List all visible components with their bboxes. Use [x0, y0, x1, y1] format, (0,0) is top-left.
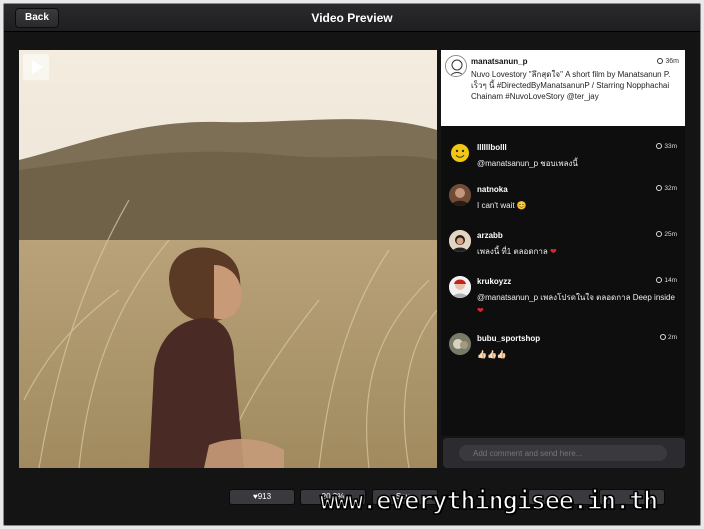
- comment-item: arzabb 25m เพลงนี้ ที่1 ตลอดกาล ❤: [441, 230, 685, 258]
- comment-item: natnoka 32m I can't wait 😊: [441, 184, 685, 212]
- comment-username[interactable]: arzabb: [477, 230, 685, 242]
- clock-icon: [657, 58, 664, 64]
- watermark-text: www.everythingisee.in.th: [319, 485, 659, 516]
- comment-username[interactable]: krukoyzz: [477, 276, 685, 288]
- comment-timestamp: 25m: [656, 231, 677, 238]
- comment-timestamp: 32m: [656, 185, 677, 192]
- comment-item: bubu_sportshop 2m 👍🏻👍🏻👍🏻: [441, 333, 685, 361]
- likes-button[interactable]: ♥913: [229, 489, 295, 505]
- comment-text: @manatsanun_p เพลงโปรดในใจ ตลอดกาล Deep …: [477, 293, 675, 302]
- user-avatar[interactable]: [449, 230, 471, 252]
- sketch-avatar-icon: [446, 56, 466, 76]
- app-frame: Back Video Preview manatsanun_p 36m Nuvo…: [3, 3, 701, 526]
- heart-icon: ❤: [550, 247, 557, 256]
- comment-text: I can't wait 😊: [477, 201, 527, 210]
- comment-timestamp: 14m: [656, 277, 677, 284]
- clock-icon: [659, 334, 666, 340]
- caption-card: manatsanun_p 36m Nuvo Lovestory "ลึกสุดใ…: [441, 50, 685, 126]
- photo-avatar-icon: [449, 184, 471, 206]
- comments-panel: manatsanun_p 36m Nuvo Lovestory "ลึกสุดใ…: [441, 50, 685, 436]
- yellow-emoji-avatar-icon: [451, 144, 469, 162]
- comment-text: @manatsanun_p ชอบเพลงนี้: [477, 159, 578, 168]
- comment-item: krukoyzz 14m @manatsanun_p เพลงโปรดในใจ …: [441, 276, 685, 317]
- video-frame-image: [19, 50, 437, 468]
- comment-input[interactable]: [459, 445, 667, 461]
- comment-timestamp: 33m: [656, 143, 677, 150]
- user-avatar[interactable]: [445, 55, 467, 77]
- user-avatar[interactable]: [449, 333, 471, 355]
- user-avatar[interactable]: [449, 184, 471, 206]
- user-avatar[interactable]: [449, 276, 471, 298]
- caption-timestamp: 36m: [657, 58, 679, 65]
- comment-input-bar: [443, 438, 685, 468]
- comment-time-text: 25m: [664, 231, 677, 238]
- photo-avatar-icon: [449, 230, 471, 252]
- back-button[interactable]: Back: [15, 8, 59, 28]
- comment-username[interactable]: bubu_sportshop: [477, 333, 685, 345]
- caption-username[interactable]: manatsanun_p: [471, 56, 679, 68]
- comment-time-text: 33m: [664, 143, 677, 150]
- video-preview[interactable]: [19, 50, 437, 468]
- comment-username[interactable]: natnoka: [477, 184, 685, 196]
- clock-icon: [656, 277, 663, 283]
- comment-timestamp: 2m: [659, 334, 677, 341]
- top-bar: Back Video Preview: [4, 4, 700, 32]
- comment-item: llllllbolll 33m @manatsanun_p ชอบเพลงนี้: [441, 142, 685, 170]
- caption-text: Nuvo Lovestory "ลึกสุดใจ" A short film b…: [471, 70, 671, 101]
- comment-time-text: 2m: [667, 334, 677, 341]
- clock-icon: [656, 185, 663, 191]
- user-avatar[interactable]: [449, 142, 471, 164]
- comment-text: เพลงนี้ ที่1 ตลอดกาล: [477, 247, 548, 256]
- comment-text: 👍🏻👍🏻👍🏻: [477, 350, 507, 359]
- caption-time-text: 36m: [665, 58, 679, 65]
- comment-text-row: เพลงนี้ ที่1 ตลอดกาล ❤: [477, 245, 685, 258]
- comment-username[interactable]: llllllbolll: [477, 142, 685, 154]
- photo-avatar-icon: [449, 276, 471, 298]
- clock-icon: [656, 143, 663, 149]
- comment-time-text: 32m: [664, 185, 677, 192]
- play-button[interactable]: [23, 54, 49, 80]
- comment-time-text: 14m: [664, 277, 677, 284]
- page-title: Video Preview: [311, 11, 393, 25]
- comment-text-row: @manatsanun_p เพลงโปรดในใจ ตลอดกาล Deep …: [477, 291, 685, 317]
- heart-icon: ❤: [477, 306, 484, 315]
- clock-icon: [656, 231, 663, 237]
- photo-avatar-icon: [449, 333, 471, 355]
